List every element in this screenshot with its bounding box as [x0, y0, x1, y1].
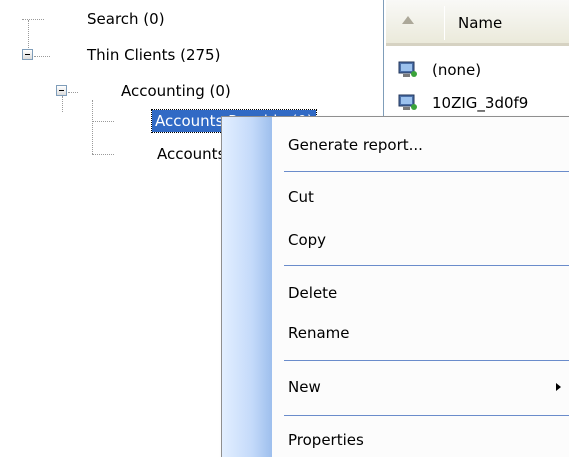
- menu-item-new[interactable]: New: [272, 368, 569, 406]
- tree-connector: [92, 154, 114, 155]
- menu-item-delete[interactable]: Delete: [272, 274, 569, 312]
- submenu-arrow-icon: [556, 383, 561, 391]
- tree-connector: [92, 121, 114, 122]
- menu-separator: [284, 171, 569, 172]
- tree-item-label: Search (0): [87, 10, 165, 28]
- sort-ascending-icon[interactable]: [402, 16, 414, 24]
- menu-item-rename[interactable]: Rename: [272, 314, 569, 352]
- column-header-name[interactable]: Name: [458, 0, 502, 46]
- list-item-name: (none): [432, 61, 482, 79]
- menu-item-cut[interactable]: Cut: [272, 178, 569, 216]
- context-menu: Generate report... Cut Copy Delete Renam…: [221, 116, 569, 457]
- list-item-name: 10ZIG_3d0f9: [432, 94, 529, 112]
- tree-connector: [22, 19, 44, 20]
- tree-connector: [92, 100, 93, 154]
- menu-separator: [284, 415, 569, 416]
- list-item[interactable]: 10ZIG_3d0f9: [386, 88, 569, 118]
- menu-separator: [284, 360, 569, 361]
- computer-icon: [398, 61, 417, 77]
- menu-separator: [284, 265, 569, 266]
- tree-connector: [28, 20, 29, 48]
- menu-icon-gutter: [222, 117, 272, 457]
- tree-connector: [62, 96, 63, 112]
- tree-connector: [68, 92, 78, 93]
- list-item[interactable]: (none): [386, 55, 569, 85]
- menu-item-new-label: New: [288, 378, 321, 396]
- tree-connector: [34, 56, 50, 57]
- menu-item-copy[interactable]: Copy: [272, 221, 569, 259]
- menu-item-properties[interactable]: Properties: [272, 421, 569, 457]
- collapse-icon[interactable]: [56, 85, 67, 96]
- list-header: Name: [386, 0, 569, 46]
- tree-item-label: Accounting (0): [121, 82, 231, 100]
- tree-item-label: Thin Clients (275): [87, 46, 221, 64]
- column-divider[interactable]: [444, 6, 445, 40]
- computer-icon: [398, 94, 417, 110]
- menu-item-generate-report[interactable]: Generate report...: [272, 126, 569, 164]
- collapse-icon[interactable]: [22, 49, 33, 60]
